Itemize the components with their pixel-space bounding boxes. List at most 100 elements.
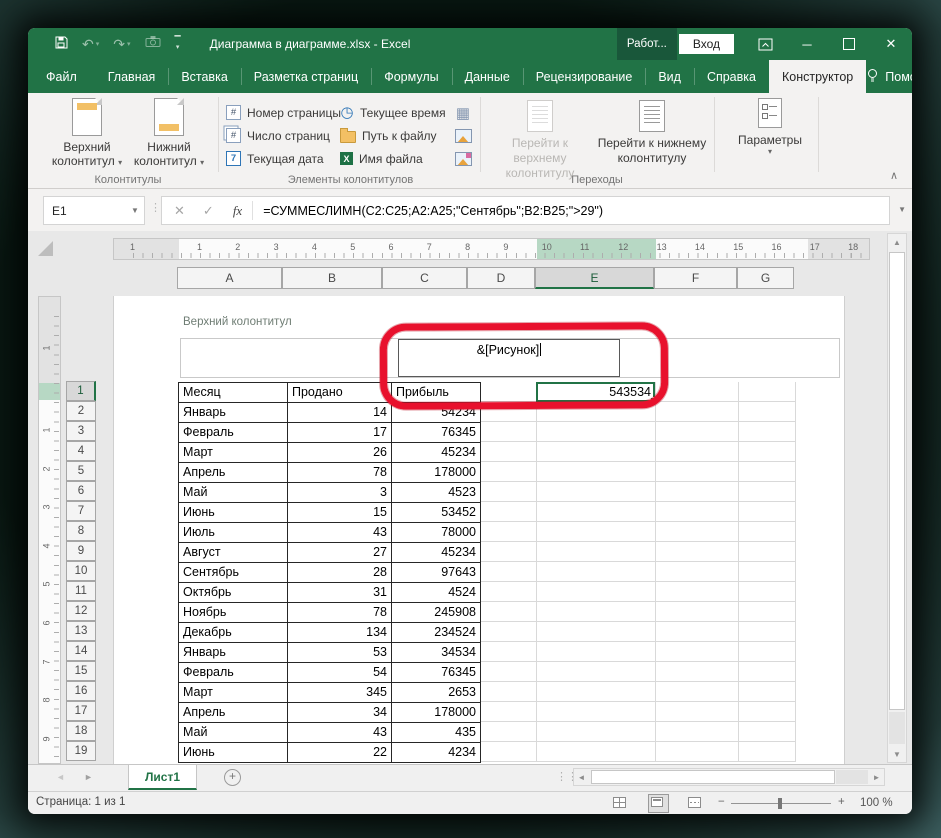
row-header-3[interactable]: 3 <box>66 421 96 441</box>
ribbon-tab-9[interactable]: Конструктор <box>769 60 866 93</box>
column-header-G[interactable]: G <box>737 267 794 289</box>
table-cell[interactable]: Декабрь <box>179 623 288 643</box>
close-button[interactable]: ✕ <box>870 28 912 60</box>
table-cell[interactable]: 178000 <box>392 703 481 723</box>
row-header-10[interactable]: 10 <box>66 561 96 581</box>
options-button[interactable]: Параметры ▾ <box>734 98 806 156</box>
table-cell[interactable]: 435 <box>392 723 481 743</box>
table-cell[interactable]: 3 <box>288 483 392 503</box>
select-all-corner[interactable] <box>38 241 53 256</box>
name-box[interactable]: E1 ▼ <box>43 196 145 225</box>
ribbon-tab-1[interactable]: Главная <box>95 60 169 93</box>
expand-formula-bar-icon[interactable]: ▼ <box>898 205 906 214</box>
zoom-in-icon[interactable]: + <box>838 796 845 808</box>
table-cell[interactable]: 76345 <box>392 423 481 443</box>
table-cell[interactable]: 45234 <box>392 443 481 463</box>
table-cell[interactable]: 4523 <box>392 483 481 503</box>
row-header-4[interactable]: 4 <box>66 441 96 461</box>
name-box-caret-icon[interactable]: ▼ <box>126 206 144 215</box>
vertical-scroll-track[interactable] <box>889 712 905 744</box>
element-button-page-number[interactable]: #Номер страницы <box>226 102 341 123</box>
horizontal-scrollbar[interactable]: ◄ ► <box>573 768 885 786</box>
page-break-view-icon[interactable] <box>688 797 701 808</box>
maximize-button[interactable] <box>828 28 870 60</box>
table-cell[interactable]: 76345 <box>392 663 481 683</box>
table-cell[interactable]: 4524 <box>392 583 481 603</box>
row-header-2[interactable]: 2 <box>66 401 96 421</box>
table-cell[interactable]: 2653 <box>392 683 481 703</box>
row-header-14[interactable]: 14 <box>66 641 96 661</box>
table-cell[interactable]: 15 <box>288 503 392 523</box>
table-cell[interactable]: Июнь <box>179 743 288 763</box>
vertical-scrollbar[interactable]: ▲ ▼ <box>887 233 907 763</box>
zoom-slider-thumb[interactable] <box>778 798 782 809</box>
insert-function-icon[interactable]: fx <box>223 203 252 219</box>
ribbon-tab-7[interactable]: Вид <box>645 60 694 93</box>
table-cell[interactable]: Февраль <box>179 663 288 683</box>
table-cell[interactable]: 17 <box>288 423 392 443</box>
vertical-ruler[interactable]: 1123456789 <box>38 296 61 764</box>
new-sheet-icon[interactable]: + <box>224 769 241 786</box>
ribbon-tab-4[interactable]: Формулы <box>371 60 451 93</box>
table-cell[interactable]: Апрель <box>179 463 288 483</box>
sheet-nav-left-icon[interactable]: ◄ <box>56 772 65 782</box>
element-button-current-date[interactable]: 7Текущая дата <box>226 148 324 169</box>
row-header-9[interactable]: 9 <box>66 541 96 561</box>
scroll-down-icon[interactable]: ▼ <box>888 746 906 762</box>
row-header-16[interactable]: 16 <box>66 681 96 701</box>
table-cell[interactable]: 14 <box>288 403 392 423</box>
table-cell[interactable]: 22 <box>288 743 392 763</box>
zoom-level[interactable]: 100 % <box>860 797 893 809</box>
sign-in-button[interactable]: Вход <box>679 34 734 54</box>
page-layout-view-button[interactable] <box>648 794 669 813</box>
column-header-F[interactable]: F <box>654 267 737 289</box>
table-cell[interactable]: Ноябрь <box>179 603 288 623</box>
table-cell[interactable]: Июль <box>179 523 288 543</box>
normal-view-icon[interactable] <box>613 797 626 808</box>
table-cell[interactable]: Июнь <box>179 503 288 523</box>
table-cell[interactable]: Май <box>179 483 288 503</box>
format-picture-button[interactable] <box>452 148 474 169</box>
table-cell[interactable]: 53452 <box>392 503 481 523</box>
ribbon-tab-8[interactable]: Справка <box>694 60 769 93</box>
scroll-up-icon[interactable]: ▲ <box>888 234 906 250</box>
table-cell[interactable]: 34 <box>288 703 392 723</box>
table-cell[interactable]: Март <box>179 443 288 463</box>
sheet-name-button[interactable]: ▦ <box>452 102 474 123</box>
table-cell[interactable]: Март <box>179 683 288 703</box>
table-cell[interactable]: 78 <box>288 603 392 623</box>
column-header-E[interactable]: E <box>535 267 654 289</box>
table-cell[interactable]: 97643 <box>392 563 481 583</box>
table-cell[interactable]: 78 <box>288 463 392 483</box>
enter-icon[interactable]: ✓ <box>194 203 223 219</box>
column-header-C[interactable]: C <box>382 267 467 289</box>
table-cell[interactable]: 53 <box>288 643 392 663</box>
row-header-17[interactable]: 17 <box>66 701 96 721</box>
column-header-B[interactable]: B <box>282 267 382 289</box>
table-cell[interactable]: Январь <box>179 643 288 663</box>
table-cell[interactable]: 31 <box>288 583 392 603</box>
column-header-D[interactable]: D <box>467 267 535 289</box>
helper-button[interactable]: Помощн <box>866 68 912 86</box>
row-header-6[interactable]: 6 <box>66 481 96 501</box>
element-button-file-path[interactable]: Путь к файлу <box>340 125 437 146</box>
vertical-scroll-thumb[interactable] <box>889 252 905 710</box>
table-cell[interactable]: 26 <box>288 443 392 463</box>
ribbon-display-options-icon[interactable] <box>744 28 786 60</box>
row-header-11[interactable]: 11 <box>66 581 96 601</box>
formula-input[interactable]: ✕ ✓ fx =СУММЕСЛИМН(C2:C25;A2:A25;"Сентяб… <box>161 196 890 225</box>
table-cell[interactable]: 43 <box>288 523 392 543</box>
row-header-15[interactable]: 15 <box>66 661 96 681</box>
table-cell[interactable]: 34534 <box>392 643 481 663</box>
picture-button[interactable] <box>452 125 474 146</box>
table-cell[interactable]: 78000 <box>392 523 481 543</box>
scroll-left-icon[interactable]: ◄ <box>574 769 589 785</box>
table-cell[interactable]: 54 <box>288 663 392 683</box>
table-cell[interactable]: Май <box>179 723 288 743</box>
minimize-button[interactable]: ─ <box>786 28 828 60</box>
zoom-out-icon[interactable]: − <box>718 796 725 808</box>
horizontal-scroll-thumb[interactable] <box>591 770 835 784</box>
table-cell[interactable]: 4234 <box>392 743 481 763</box>
table-cell[interactable]: Август <box>179 543 288 563</box>
horizontal-ruler[interactable]: 1123456789101112131415161718 <box>113 238 870 260</box>
